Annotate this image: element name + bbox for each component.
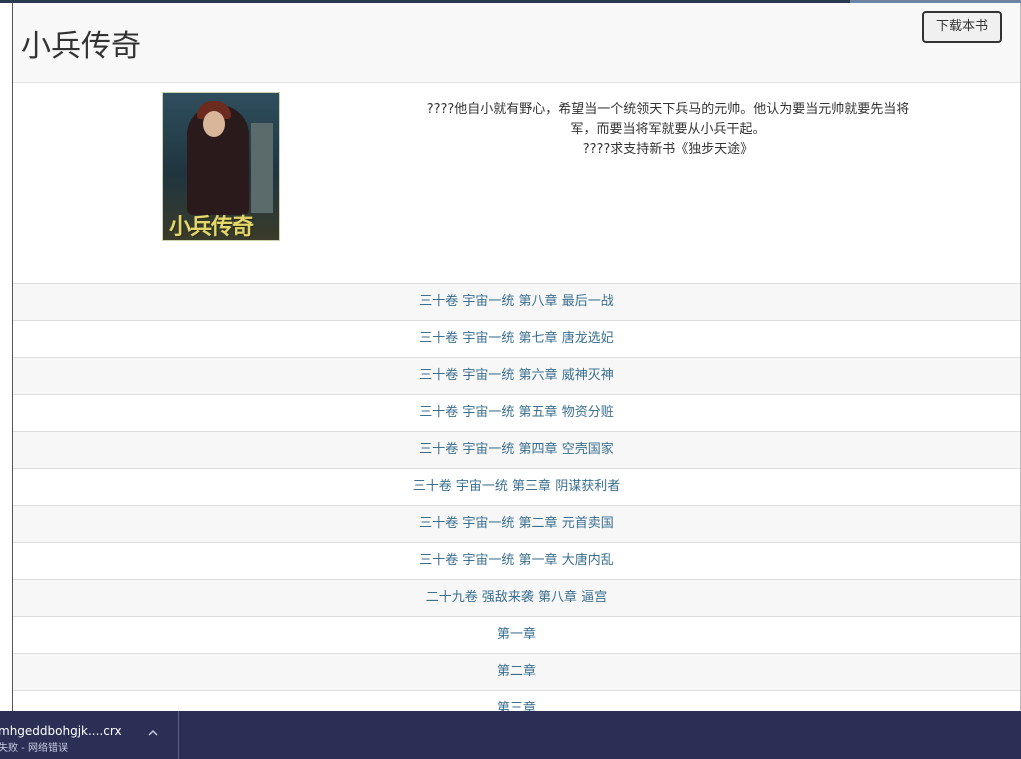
download-filename: mhgeddbohgjk....crx	[0, 724, 122, 738]
chapter-link[interactable]: 三十卷 宇宙一统 第五章 物资分赃	[419, 405, 613, 420]
chapter-row: 第三章	[13, 690, 1020, 711]
chapter-row: 三十卷 宇宙一统 第六章 威神灭神	[13, 357, 1020, 394]
chapter-row: 三十卷 宇宙一统 第二章 元首卖国	[13, 505, 1020, 542]
chapter-link[interactable]: 三十卷 宇宙一统 第二章 元首卖国	[419, 516, 613, 531]
chapter-row: 三十卷 宇宙一统 第一章 大唐内乱	[13, 542, 1020, 579]
chapter-row: 第二章	[13, 653, 1020, 690]
chapter-link[interactable]: 第三章	[497, 701, 536, 711]
chapter-row: 第一章	[13, 616, 1020, 653]
synopsis-paragraph: ????求支持新书《独步天途》	[582, 142, 754, 157]
chapter-link[interactable]: 三十卷 宇宙一统 第三章 阴谋获利者	[413, 479, 620, 494]
chapter-row: 三十卷 宇宙一统 第七章 唐龙选妃	[13, 320, 1020, 357]
book-page: 小兵传奇 下载本书 小兵传奇 ????他自小就有野心，希望当一个统领天下兵马的元…	[12, 3, 1021, 711]
chapter-row: 三十卷 宇宙一统 第五章 物资分赃	[13, 394, 1020, 431]
chapter-link[interactable]: 三十卷 宇宙一统 第七章 唐龙选妃	[419, 331, 613, 346]
browser-download-bar: mhgeddbohgjk....crx 失败 - 网络错误	[0, 711, 1021, 759]
chevron-up-icon[interactable]	[147, 727, 159, 739]
book-cover-image: 小兵传奇	[162, 92, 280, 241]
book-synopsis: ????他自小就有野心，希望当一个统领天下兵马的元帅。他认为要当元帅就要先当将军…	[418, 100, 918, 160]
chapter-row: 三十卷 宇宙一统 第四章 空壳国家	[13, 431, 1020, 468]
chapter-row: 三十卷 宇宙一统 第八章 最后一战	[13, 283, 1020, 320]
book-header: 小兵传奇 下载本书	[13, 3, 1020, 83]
chapter-list: 三十卷 宇宙一统 第八章 最后一战 三十卷 宇宙一统 第七章 唐龙选妃 三十卷 …	[13, 283, 1020, 711]
download-status: 失败 - 网络错误	[0, 743, 68, 754]
chapter-link[interactable]: 三十卷 宇宙一统 第一章 大唐内乱	[419, 553, 613, 568]
download-book-button[interactable]: 下载本书	[922, 11, 1002, 43]
cover-face	[203, 111, 225, 137]
chapter-link[interactable]: 第二章	[497, 664, 536, 679]
chapter-row: 二十九卷 强敌来袭 第八章 逼宫	[13, 579, 1020, 616]
chapter-link[interactable]: 三十卷 宇宙一统 第八章 最后一战	[419, 294, 613, 309]
book-title: 小兵传奇	[21, 29, 141, 64]
book-intro: 小兵传奇 ????他自小就有野心，希望当一个统领天下兵马的元帅。他认为要当元帅就…	[13, 83, 1020, 283]
download-item[interactable]: mhgeddbohgjk....crx 失败 - 网络错误	[0, 711, 179, 759]
synopsis-paragraph: ????他自小就有野心，希望当一个统领天下兵马的元帅。他认为要当元帅就要先当将军…	[426, 102, 910, 137]
cover-tower	[251, 123, 273, 213]
chapter-link[interactable]: 第一章	[497, 627, 536, 642]
chapter-link[interactable]: 三十卷 宇宙一统 第六章 威神灭神	[419, 368, 613, 383]
chapter-row: 三十卷 宇宙一统 第三章 阴谋获利者	[13, 468, 1020, 505]
chapter-link[interactable]: 三十卷 宇宙一统 第四章 空壳国家	[419, 442, 613, 457]
chapter-link[interactable]: 二十九卷 强敌来袭 第八章 逼宫	[426, 590, 607, 605]
cover-title-text: 小兵传奇	[169, 215, 254, 240]
